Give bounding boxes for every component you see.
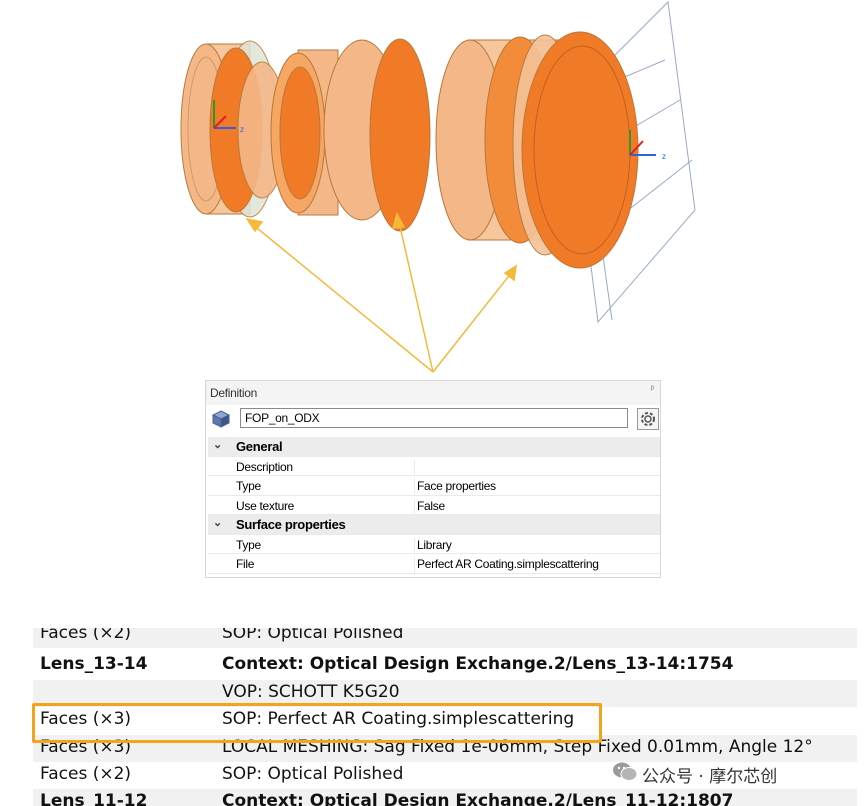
axis-label-z: z: [240, 125, 244, 134]
property-value[interactable]: [414, 459, 417, 476]
table-row[interactable]: Lens_11-12 Context: Optical Design Excha…: [33, 789, 857, 806]
property-row-surface-type[interactable]: Type Library: [208, 535, 660, 554]
table-cell-target: Lens_11-12: [40, 791, 148, 806]
table-cell-target: Faces (×2): [40, 628, 132, 643]
group-label: General: [236, 439, 283, 454]
wechat-icon: [612, 760, 638, 789]
cube-icon: [211, 410, 231, 431]
group-general[interactable]: ⌄ General: [208, 437, 660, 457]
lens-element-2[interactable]: [270, 38, 431, 232]
table-cell-property: SOP: Optical Polished: [222, 628, 404, 643]
table-cell-target: Faces (×2): [40, 764, 132, 784]
highlight-box: [32, 703, 602, 743]
property-row-file[interactable]: File Perfect AR Coating.simplescattering: [208, 554, 660, 574]
property-name: File: [236, 557, 255, 571]
table-cell-property: Context: Optical Design Exchange.2/Lens_…: [222, 791, 734, 806]
3d-viewport[interactable]: z z: [0, 0, 865, 380]
definition-name-row: FOP_on_ODX: [210, 408, 660, 430]
table-row[interactable]: Lens_13-14 Context: Optical Design Excha…: [33, 652, 857, 679]
property-row-type[interactable]: Type Face properties: [208, 476, 660, 496]
chevron-down-icon[interactable]: ⌄: [213, 438, 222, 451]
lens-assembly-render[interactable]: z z: [0, 0, 865, 380]
pin-icon[interactable]: ᵖ: [651, 384, 655, 395]
table-cell-target: Lens_13-14: [40, 654, 148, 674]
property-value[interactable]: Face properties: [414, 479, 496, 495]
property-name: Description: [236, 459, 293, 474]
table-cell-property: Context: Optical Design Exchange.2/Lens_…: [222, 654, 734, 674]
property-value[interactable]: Perfect AR Coating.simplescattering: [414, 557, 599, 573]
chevron-down-icon[interactable]: ⌄: [213, 516, 222, 529]
definition-panel: Definition ᵖ FOP_on_ODX ⌄ General Descri…: [205, 380, 661, 578]
property-name: Use texture: [236, 498, 295, 513]
property-row-description[interactable]: Description: [208, 457, 660, 476]
property-name: Type: [236, 537, 261, 552]
property-row-use-texture[interactable]: Use texture False: [208, 496, 660, 515]
gear-icon[interactable]: [637, 408, 659, 430]
table-cell-property: VOP: SCHOTT K5G20: [222, 682, 400, 702]
definition-name-input[interactable]: FOP_on_ODX: [240, 408, 628, 428]
panel-header: Definition ᵖ: [206, 381, 660, 405]
property-value[interactable]: Library: [414, 537, 452, 554]
lens-element-3[interactable]: [435, 31, 639, 269]
table-row[interactable]: Faces (×2) SOP: Optical Polished: [33, 628, 857, 648]
property-name: Type: [236, 479, 261, 493]
group-label: Surface properties: [236, 517, 346, 532]
axis-label-z: z: [662, 152, 666, 161]
table-cell-property: SOP: Optical Polished: [222, 764, 404, 784]
property-grid: ⌄ General Description Type Face properti…: [208, 437, 660, 574]
panel-title: Definition: [210, 386, 258, 400]
group-surface-properties[interactable]: ⌄ Surface properties: [208, 515, 660, 535]
property-value[interactable]: False: [414, 498, 445, 515]
watermark-text: 公众号 · 摩尔芯创: [642, 767, 778, 787]
